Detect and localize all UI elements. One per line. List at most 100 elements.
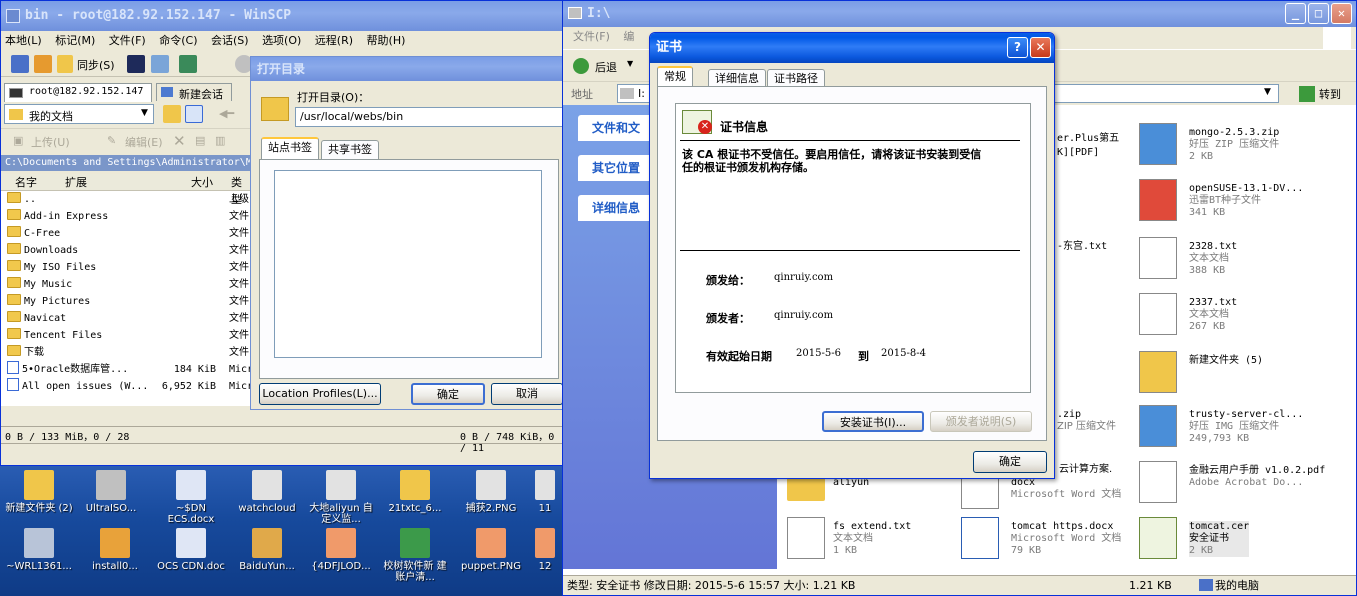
cert-ok-button[interactable]: 确定 [973,451,1047,473]
desktop-icon-12[interactable]: 12 [530,528,560,572]
minimize-button[interactable]: _ [1285,3,1306,24]
desktop-icon-xls[interactable]: 校树软件新 建账户清... [380,528,450,583]
text-file-icon[interactable] [1139,237,1177,279]
table-row[interactable]: 5•Oracle数据库管... 184 KiB Micr [1,361,251,378]
file-item[interactable]: trusty-server-cl... 好压 IMG 压缩文件 249,793 KB [1189,409,1303,445]
desktop-icon-capture-png[interactable]: 捕获2.PNG [456,470,526,514]
chevron-down-icon[interactable]: ▼ [627,59,633,68]
putty-icon[interactable] [151,55,169,73]
file-item[interactable]: mongo-2.5.3.zip 好压 ZIP 压缩文件 2 KB [1189,127,1279,163]
local-folder-select[interactable]: 我的文档 ▼ [4,104,154,124]
upload-button[interactable]: 上传(U) [31,134,70,150]
go-button[interactable]: 转到 [1319,86,1341,102]
text-file-icon[interactable] [1139,293,1177,335]
desktop-icon-ecs-docx[interactable]: ~$DN ECS.docx [156,470,226,525]
desktop-icon-11[interactable]: 11 [530,470,560,514]
back-icon[interactable] [573,58,589,74]
menu-mark[interactable]: 标记(M) [55,34,95,47]
session-tab[interactable]: root@182.92.152.147 [4,83,152,102]
file-item[interactable]: 2328.txt 文本文档 388 KB [1189,241,1237,277]
desktop-icon-ultraiso[interactable]: UltraISO... [76,470,146,514]
directory-path-input[interactable]: /usr/local/webs/bin [295,107,563,127]
table-row[interactable]: Downloads 文件 [1,242,251,259]
desktop-icon-baiduyun[interactable]: BaiduYun... [232,528,302,572]
help-button[interactable]: ? [1007,37,1028,58]
explorer-menu-edit[interactable]: 编 [623,30,634,43]
open-directory-titlebar[interactable]: 打开目录 [251,57,562,81]
col-name[interactable]: 名字 [15,174,37,191]
desktop-icon-21txtc[interactable]: 21txtc_6... [380,470,450,514]
table-row[interactable]: All open issues (W... 6,952 KiB Micr [1,378,251,395]
table-row[interactable]: My ISO Files 文件 [1,259,251,276]
file-item[interactable]: 2337.txt 文本文档 267 KB [1189,297,1237,333]
table-row[interactable]: Tencent Files 文件 [1,327,251,344]
desktop-icon-new-folder-2[interactable]: 新建文件夹 (2) [4,470,74,514]
word-doc-icon[interactable] [961,517,999,559]
desktop-icon-wrl[interactable]: ~WRL1361... [4,528,74,572]
refresh-icon[interactable] [179,55,197,73]
text-file-icon[interactable] [787,517,825,559]
desktop-icon-puppet-png[interactable]: puppet.PNG [456,528,526,572]
delete-icon[interactable]: ✕ [173,132,186,150]
back-button[interactable]: 后退 [595,59,617,75]
bookmark-list[interactable] [274,170,542,358]
menu-local[interactable]: 本地(L) [5,34,42,47]
menu-help[interactable]: 帮助(H) [367,34,406,47]
table-row[interactable]: My Pictures 文件 [1,293,251,310]
col-ext[interactable]: 扩展 [65,174,87,191]
sync-icon[interactable] [57,55,73,73]
issuer-statement-button[interactable]: 颁发者说明(S) [930,411,1032,432]
sync-button[interactable]: 同步(S) [77,57,115,73]
open-folder-icon[interactable] [163,105,181,123]
ok-button[interactable]: 确定 [411,383,485,405]
properties-icon[interactable]: ▤ [195,134,205,147]
zip-archive-icon[interactable] [1139,123,1177,165]
table-row[interactable]: 下载 文件 [1,344,251,361]
file-item[interactable]: openSUSE-13.1-DV... 迅雷BT种子文件 341 KB [1189,183,1303,219]
maximize-button[interactable]: □ [1308,3,1329,24]
close-button[interactable]: ✕ [1030,37,1051,58]
explorer-menu-file[interactable]: 文件(F) [573,30,610,43]
go-arrow-icon[interactable] [1299,86,1315,102]
desktop-icon-4dfjlod[interactable]: {4DFJLOD... [306,528,376,572]
install-certificate-button[interactable]: 安装证书(I)... [822,411,924,432]
folder-icon[interactable] [1139,351,1177,393]
table-row[interactable]: My Music 文件 [1,276,251,293]
table-row[interactable]: .. 上级 [1,191,251,208]
table-row[interactable]: Add-in Express 文件 [1,208,251,225]
table-row[interactable]: Navicat 文件 [1,310,251,327]
console-icon[interactable] [127,55,145,73]
bt-torrent-icon[interactable] [1139,179,1177,221]
explorer-titlebar[interactable]: I:\ _ □ ✕ [563,1,1356,27]
cancel-button[interactable]: 取消 [491,383,563,405]
winscp-titlebar[interactable]: bin - root@182.92.152.147 - WinSCP [1,1,562,31]
menu-session[interactable]: 会话(S) [211,34,249,47]
tab-general[interactable]: 常规 [657,66,693,88]
file-item[interactable]: 金融云用户手册 v1.0.2.pdf Adobe Acrobat Do... [1189,465,1325,489]
file-item-fs-extend[interactable]: fs extend.txt 文本文档 1 KB [833,521,911,557]
tab-shared-bookmarks[interactable]: 共享书签 [321,140,379,160]
desktop-icon-install[interactable]: install0... [80,528,150,572]
menu-command[interactable]: 命令(C) [159,34,197,47]
grid-icon[interactable] [11,55,29,73]
certificate-file-icon[interactable] [1139,517,1177,559]
col-size[interactable]: 大小 [191,174,213,191]
close-button[interactable]: ✕ [1331,3,1352,24]
menu-file[interactable]: 文件(F) [109,34,146,47]
file-item-tomcat-https[interactable]: tomcat https.docx Microsoft Word 文档 79 KB [1011,521,1121,557]
desktop-icon-ocs-cdn[interactable]: OCS CDN.doc [156,528,226,572]
new-session-tab[interactable]: 新建会话 [156,83,232,101]
rename-icon[interactable]: ▥ [215,134,225,147]
img-archive-icon[interactable] [1139,405,1177,447]
pdf-icon[interactable] [1139,461,1177,503]
transfer-icon[interactable] [34,55,52,73]
desktop-icon-aliyun[interactable]: 大地aliyun 自定义监... [306,470,376,525]
file-item-tomcat-cer[interactable]: tomcat.cer 安全证书 2 KB [1189,521,1250,557]
table-row[interactable]: C-Free 文件 [1,225,251,242]
location-profiles-button[interactable]: Location Profiles(L)... [259,383,381,405]
menu-options[interactable]: 选项(O) [262,34,301,47]
back-arrow-icon[interactable]: ◀━ [219,107,234,120]
certificate-titlebar[interactable]: 证书 ? ✕ [650,33,1054,63]
file-item[interactable]: 新建文件夹 (5) [1189,355,1263,367]
filter-icon[interactable] [185,105,203,123]
